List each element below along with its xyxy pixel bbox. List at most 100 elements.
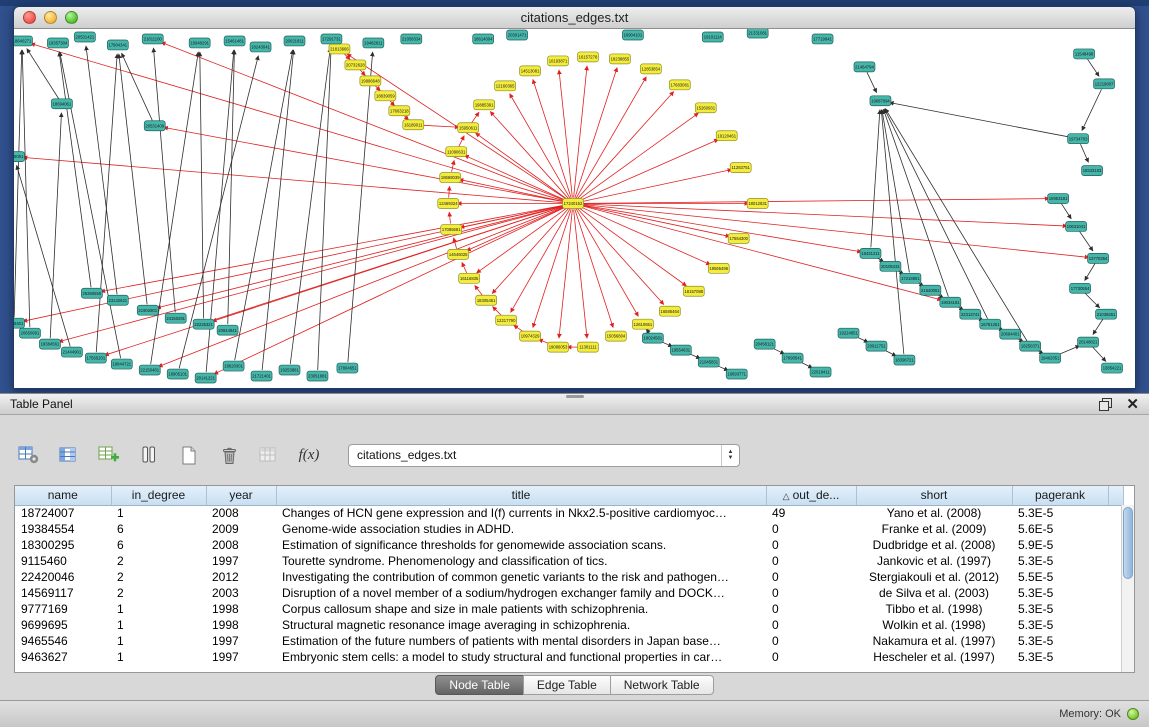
- graph-node[interactable]: 21331081: [747, 29, 768, 38]
- network-graph[interactable]: 1724015218012831175543001956549618157088…: [14, 29, 1135, 388]
- graph-node[interactable]: 12217790: [496, 315, 517, 325]
- graph-node[interactable]: 12610651: [632, 319, 653, 329]
- graph-node[interactable]: 11381111: [577, 342, 598, 352]
- tab-node-table[interactable]: Node Table: [435, 675, 524, 695]
- graph-node[interactable]: 21902801: [137, 305, 158, 315]
- graph-node[interactable]: 11090631: [446, 147, 467, 157]
- graph-node[interactable]: 18384561: [39, 339, 60, 349]
- show-columns-icon[interactable]: [56, 443, 82, 467]
- graph-node[interactable]: 13854221: [1102, 363, 1123, 373]
- graph-node[interactable]: 15950611: [458, 123, 479, 133]
- graph-node[interactable]: 19734703: [1068, 134, 1089, 144]
- table-scrollbar[interactable]: [1121, 505, 1134, 672]
- graph-node[interactable]: 20301471: [507, 30, 528, 40]
- network-select-dropdown[interactable]: citations_edges.txt ▲▼: [348, 444, 740, 467]
- graph-node[interactable]: 17218861: [900, 273, 921, 283]
- delete-icon[interactable]: [216, 443, 242, 467]
- graph-node[interactable]: 23142621: [107, 295, 128, 305]
- table-row[interactable]: 1872400712008Changes of HCN gene express…: [15, 505, 1123, 521]
- graph-node[interactable]: 18640271: [14, 36, 32, 46]
- graph-node[interactable]: 11548498: [1074, 49, 1095, 59]
- graph-node[interactable]: 21813666: [329, 44, 350, 54]
- graph-node[interactable]: 19048401: [14, 318, 24, 328]
- table-row[interactable]: 946554611997Estimation of the future num…: [15, 633, 1123, 649]
- network-canvas[interactable]: 1724015218012831175543001956549618157088…: [14, 29, 1135, 388]
- graph-node[interactable]: 19885391: [474, 100, 495, 110]
- graph-node[interactable]: 20531421: [74, 32, 95, 42]
- graph-node[interactable]: 10974329: [520, 331, 541, 341]
- graph-node[interactable]: 21721401: [251, 371, 272, 381]
- column-header-title[interactable]: title: [276, 486, 766, 505]
- graph-node[interactable]: 17904341: [107, 40, 128, 50]
- graph-node[interactable]: 19378091: [14, 152, 24, 162]
- table-row[interactable]: 946362711997Embryonic stem cells: a mode…: [15, 649, 1123, 665]
- graph-node[interactable]: 16116835: [459, 273, 480, 283]
- graph-node[interactable]: 12770354: [1088, 253, 1109, 263]
- graph-node[interactable]: 23051881: [307, 371, 328, 381]
- graph-node[interactable]: 17291731: [321, 34, 342, 44]
- graph-node[interactable]: 18012831: [747, 199, 768, 209]
- graph-node[interactable]: 17565201: [85, 353, 106, 363]
- graph-node[interactable]: 18343103: [1082, 166, 1103, 176]
- column-header-pagerank[interactable]: pagerank: [1012, 486, 1108, 505]
- graph-node[interactable]: 17554300: [728, 233, 749, 243]
- table-row[interactable]: 1456911722003Disruption of a novel membe…: [15, 585, 1123, 601]
- close-window-button[interactable]: [23, 11, 36, 24]
- table-scrollbar-thumb[interactable]: [1123, 507, 1133, 579]
- zoom-window-button[interactable]: [65, 11, 78, 24]
- column-header-in-degree[interactable]: in_degree: [111, 486, 206, 505]
- graph-node[interactable]: 12853854: [640, 64, 661, 74]
- graph-node[interactable]: 20105431: [880, 261, 901, 271]
- graph-node[interactable]: 18157088: [683, 286, 704, 296]
- graph-node[interactable]: 20458121: [754, 339, 775, 349]
- graph-node[interactable]: 16905101: [167, 369, 188, 379]
- graph-node[interactable]: 18614004: [473, 34, 494, 44]
- graph-node[interactable]: 20732628: [345, 60, 366, 70]
- float-panel-icon[interactable]: [1099, 398, 1112, 411]
- graph-node[interactable]: 18431211: [860, 248, 881, 258]
- graph-node[interactable]: 19101114: [702, 32, 723, 42]
- graph-node[interactable]: 20694401: [1000, 329, 1021, 339]
- close-panel-icon[interactable]: ✕: [1126, 397, 1139, 412]
- graph-node[interactable]: 12469324: [438, 199, 459, 209]
- graph-node[interactable]: 18305461: [476, 295, 497, 305]
- graph-node[interactable]: 19462051: [1040, 353, 1061, 363]
- graph-node[interactable]: 15260931: [695, 103, 716, 113]
- graph-node[interactable]: 21035651: [1096, 309, 1117, 319]
- graph-node[interactable]: 16189011: [403, 120, 424, 130]
- graph-node[interactable]: 19224851: [838, 328, 859, 338]
- graph-node[interactable]: 14513081: [520, 66, 541, 76]
- graph-node[interactable]: 19482811: [363, 38, 384, 48]
- graph-node[interactable]: 15953181: [1048, 194, 1069, 204]
- table-row[interactable]: 969969511998Structural magnetic resonanc…: [15, 617, 1123, 633]
- graph-node[interactable]: 21058334: [401, 34, 422, 44]
- graph-node[interactable]: 16904101: [622, 30, 643, 40]
- graph-node[interactable]: 19687094: [870, 96, 891, 106]
- tab-edge-table[interactable]: Edge Table: [523, 675, 611, 695]
- graph-node[interactable]: 16781251: [980, 319, 1001, 329]
- graph-node[interactable]: 18238855: [609, 54, 630, 64]
- graph-node[interactable]: 18396721: [894, 355, 915, 365]
- graph-node[interactable]: 19034181: [940, 297, 961, 307]
- graph-node[interactable]: 18024581: [642, 333, 663, 343]
- graph-node[interactable]: 17804651: [337, 363, 358, 373]
- column-layout-icon[interactable]: [136, 443, 162, 467]
- graph-node[interactable]: 22018411: [810, 367, 831, 377]
- graph-node[interactable]: 19565496: [708, 263, 729, 273]
- graph-node[interactable]: 12219807: [1094, 79, 1115, 89]
- graph-node[interactable]: 17683081: [669, 80, 690, 90]
- graph-node[interactable]: 16585464: [659, 306, 680, 316]
- graph-node[interactable]: 22225321: [193, 319, 214, 329]
- graph-node[interactable]: 16893771: [726, 369, 747, 379]
- table-row[interactable]: 1830029562008Estimation of significance …: [15, 537, 1123, 553]
- graph-node[interactable]: 18839059: [375, 91, 396, 101]
- tab-network-table[interactable]: Network Table: [610, 675, 714, 695]
- graph-node[interactable]: 17730554: [1070, 283, 1091, 293]
- graph-node[interactable]: 19948291: [189, 38, 210, 48]
- graph-node[interactable]: 14646025: [448, 249, 469, 259]
- graph-node[interactable]: 20148821: [1078, 337, 1099, 347]
- column-header-out-degree[interactable]: △out_de...: [766, 486, 856, 505]
- graph-node[interactable]: 20531408: [144, 121, 165, 131]
- graph-node[interactable]: 16157278: [577, 52, 598, 62]
- function-builder-icon[interactable]: f(x): [296, 443, 322, 467]
